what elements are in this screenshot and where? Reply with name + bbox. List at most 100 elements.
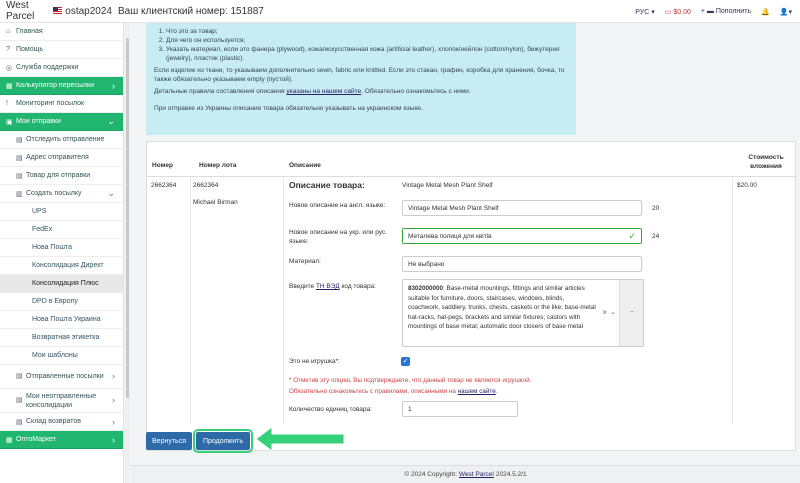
chevron-down-icon[interactable]: ⌄	[610, 308, 616, 316]
sidebar-item-help[interactable]: ? Помощь	[0, 41, 123, 59]
warning-text: Обязательно ознакомьтесь с правилами, оп…	[289, 388, 456, 395]
chevron-right-icon: ›	[112, 434, 115, 445]
sidebar-item-label: Главная	[16, 28, 43, 35]
sidebar-item-label: Отправленные посылки	[26, 373, 104, 380]
toy-warning: * Отметив эту опцию, Вы подтверждаете, ч…	[289, 375, 531, 397]
us-flag-icon	[53, 7, 63, 15]
ua-description-label: Новое описание на укр. или рус. языке:	[289, 229, 387, 245]
sidebar-item-create-parcel[interactable]: ▥ Создать посылку ⌄	[0, 185, 123, 203]
info-paragraph: Если изделие из ткани, то указываем допо…	[154, 67, 565, 83]
sidebar-item-nova-poshta-ukraine[interactable]: Нова Пошта Украина	[0, 311, 123, 329]
rules-link[interactable]: указаны на нашем сайте	[286, 88, 361, 95]
sidebar-item-label: Адрес отправителя	[26, 154, 89, 161]
sidebar-item-consolidation-direct[interactable]: Консолидация Директ	[0, 257, 123, 275]
balance[interactable]: ▭ $0.00	[665, 8, 691, 16]
sidebar-item-fedex[interactable]: FedEx	[0, 221, 123, 239]
sidebar-item-sent-parcels[interactable]: ▤ Отправленные посылки ›	[0, 365, 123, 389]
tnved-code: 8302000000	[408, 285, 444, 292]
sidebar-item-track[interactable]: ▤ Отследить отправление	[0, 131, 123, 149]
continue-button[interactable]: Продолжить	[193, 429, 253, 453]
top-bar: West Parcel ostap2024 Ваш клиентский ном…	[0, 0, 800, 23]
tnved-label-text: Введите	[289, 283, 315, 290]
sidebar-item-monitoring[interactable]: ! Мониторинг посылок	[0, 95, 123, 113]
sidebar-item-templates[interactable]: Мои шаблоны	[0, 347, 123, 365]
top-up-label: Пополнить	[715, 8, 752, 15]
clear-icon[interactable]: ×	[602, 308, 607, 317]
back-button[interactable]: Вернуться	[146, 432, 192, 450]
tnved-link[interactable]: ТН ВЭД	[316, 283, 340, 290]
quantity-input[interactable]: 1	[402, 401, 518, 417]
en-description-input[interactable]: Vintage Metal Mesh Plant Shelf	[402, 200, 642, 216]
quantity-label: Количество единиц товара:	[289, 406, 372, 413]
arrow-pointer-icon	[255, 426, 345, 452]
not-toy-checkbox[interactable]: ✓	[401, 357, 410, 366]
sidebar-item-label: Мои шаблоны	[32, 352, 78, 359]
sidebar-item-ups[interactable]: UPS	[0, 203, 123, 221]
question-icon: ?	[6, 46, 10, 53]
chevron-right-icon: ›	[112, 80, 115, 91]
site-rules-link[interactable]: нашем сайте	[458, 388, 496, 395]
tnved-select[interactable]: 8302000000: Base-metal mountings, fittin…	[402, 279, 644, 347]
column-divider	[732, 176, 733, 424]
sidebar-item-optomarket[interactable]: ▦ ОптоМаркет ›	[0, 431, 123, 449]
sidebar-item-my-shipments[interactable]: ▣ Мои отправки ⌄	[0, 113, 123, 131]
sidebar-item-nova-poshta[interactable]: Нова Пошта	[0, 239, 123, 257]
column-header-lot: Номер лота	[199, 162, 237, 169]
brand[interactable]: West Parcel ostap2024	[0, 0, 112, 22]
material-select[interactable]: Не выбрано	[402, 256, 642, 272]
sidebar-item-label: FedEx	[32, 226, 53, 233]
sidebar-item-returns-warehouse[interactable]: ▤ Склад возвратов ›	[0, 413, 123, 431]
sent-icon: ▤	[16, 373, 23, 380]
not-toy-label: Это не игрушка*:	[289, 358, 340, 365]
sidebar-item-label: Товар для отправки	[26, 172, 91, 179]
language-label: РУС	[635, 8, 650, 16]
top-up-button[interactable]: + ▬ Пополнить	[701, 8, 751, 15]
create-icon: ▥	[16, 190, 23, 198]
sidebar-item-label: Служба поддержки	[16, 64, 79, 71]
client-number: Ваш клиентский номер: 151887	[118, 5, 264, 17]
language-selector[interactable]: РУС ▾	[635, 8, 655, 16]
sidebar-item-pending-consolidations[interactable]: ▤ Мои неотправленные консолидации ›	[0, 389, 123, 413]
material-label: Материал:	[289, 258, 321, 265]
sidebar-item-calculator[interactable]: ▦ Калькулятор пересылки ›	[0, 77, 123, 95]
header-divider	[146, 176, 796, 177]
info-box: Что это за товар; Для чего он использует…	[146, 23, 576, 135]
alert-icon: !	[6, 100, 8, 107]
copyright-text: © 2024 Copyright:	[404, 471, 457, 478]
info-list-item: Указать материал, если это фанера (plywo…	[166, 45, 568, 63]
sidebar-item-label: Создать посылку	[26, 190, 82, 197]
ua-description-input[interactable]: Металева полиця для квітів ✓	[402, 228, 642, 244]
sidebar-item-goods[interactable]: ▤ Товар для отправки	[0, 167, 123, 185]
sidebar-item-label: Калькулятор пересылки	[16, 82, 94, 89]
sidebar-item-return-label[interactable]: Возвратная этикетка	[0, 329, 123, 347]
footer-link[interactable]: West Parcel	[459, 471, 494, 478]
sidebar-scroll-thumb[interactable]	[126, 38, 129, 398]
sidebar-item-support[interactable]: ◎ Служба поддержки	[0, 59, 123, 77]
check-icon: ✓	[628, 231, 636, 241]
column-divider	[283, 176, 284, 424]
bell-icon[interactable]: 🔔	[761, 8, 770, 16]
user-icon[interactable]: 👤▾	[780, 8, 792, 16]
tnved-label: Введите ТН ВЭД код товара:	[289, 282, 376, 291]
sidebar-item-label: Нова Пошта Украина	[32, 316, 101, 323]
sidebar-item-home[interactable]: ⌂ Главная	[0, 23, 123, 41]
info-list-item: Что это за товар;	[166, 27, 568, 36]
footer: © 2024 Copyright: West Parcel 2024.5.2/1	[131, 465, 800, 483]
sidebar-item-label: Склад возвратов	[26, 418, 81, 425]
column-header-number: Номер	[152, 162, 173, 169]
sidebar-item-sender-address[interactable]: ▤ Адрес отправителя	[0, 149, 123, 167]
pending-icon: ▤	[16, 397, 23, 404]
sidebar-item-label: DPD в Европу	[32, 298, 78, 305]
sidebar-item-label: Мои отправки	[16, 118, 61, 125]
calculator-icon: ▦	[6, 82, 13, 90]
sidebar-item-label: Консолидация Плюс	[32, 280, 99, 287]
info-paragraph-rules: Детальные правила составления описания у…	[154, 87, 568, 96]
home-icon: ⌂	[6, 28, 11, 35]
chevron-down-icon: ⌄	[107, 116, 115, 126]
sidebar-item-label: Отследить отправление	[26, 136, 105, 143]
row-number: 2662364	[151, 182, 177, 189]
sidebar-item-label: Нова Пошта	[32, 244, 72, 251]
sidebar-item-dpd-europe[interactable]: DPD в Европу	[0, 293, 123, 311]
original-description: Vintage Metal Mesh Plant Shelf	[402, 182, 493, 189]
sidebar-item-consolidation-plus[interactable]: Консолидация Плюс	[0, 275, 123, 293]
